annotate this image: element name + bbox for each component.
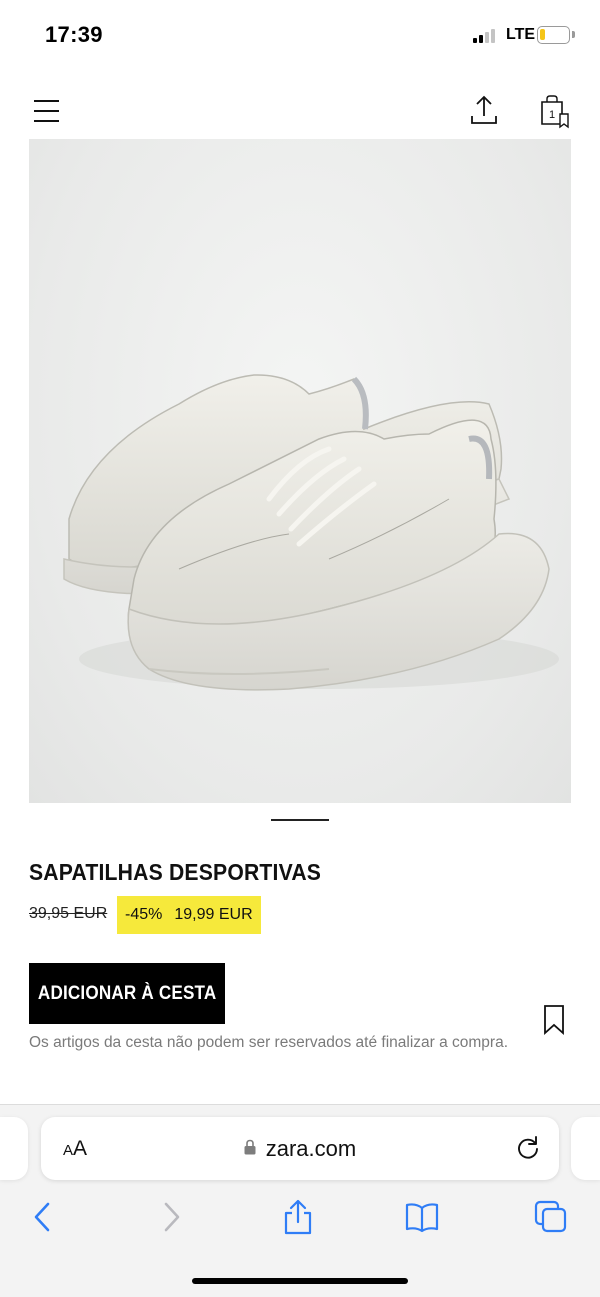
share-icon[interactable] [468, 94, 500, 128]
signal-icon [473, 29, 501, 43]
previous-tab-preview[interactable] [0, 1117, 28, 1180]
hamburger-icon[interactable] [34, 98, 60, 126]
status-time: 17:39 [45, 22, 103, 47]
sneakers-illustration [63, 374, 559, 691]
add-to-cart-label: ADICIONAR À CESTA [37, 982, 217, 1004]
add-to-cart-button[interactable]: ADICIONAR À CESTA [29, 963, 225, 1024]
url-display[interactable]: zara.com [41, 1135, 559, 1162]
sale-price: 19,99 EUR [174, 906, 253, 923]
discount-percent: -45% [125, 906, 163, 923]
status-bar: 17:39 LTE [0, 0, 600, 72]
home-indicator[interactable] [192, 1278, 408, 1284]
tabs-icon[interactable] [533, 1198, 569, 1236]
share-icon[interactable] [280, 1198, 316, 1236]
chevron-left-icon[interactable] [24, 1198, 60, 1236]
battery-icon [537, 26, 570, 44]
lock-icon [244, 1135, 256, 1155]
url-text: zara.com [265, 1136, 357, 1161]
shopping-bag-icon[interactable]: 1 [538, 94, 572, 130]
network-type: LTE [506, 26, 536, 43]
bookmark-icon[interactable] [542, 1004, 566, 1036]
battery-level [540, 29, 545, 40]
carousel-indicator[interactable] [271, 819, 329, 821]
chevron-right-icon[interactable] [154, 1198, 190, 1236]
bag-count: 1 [549, 109, 555, 121]
price-badge: -45% 19,99 EUR [117, 896, 261, 934]
book-icon[interactable] [404, 1198, 440, 1236]
address-bar[interactable]: AA zara.com [41, 1117, 559, 1180]
product-title: SAPATILHAS DESPORTIVAS [29, 859, 322, 885]
reload-icon[interactable] [515, 1135, 541, 1161]
product-image[interactable] [29, 139, 571, 803]
cart-disclaimer: Os artigos da cesta não podem ser reserv… [29, 1034, 509, 1051]
battery-cap [572, 31, 575, 38]
next-tab-preview[interactable] [571, 1117, 600, 1180]
old-price: 39,95 EUR [29, 905, 108, 922]
